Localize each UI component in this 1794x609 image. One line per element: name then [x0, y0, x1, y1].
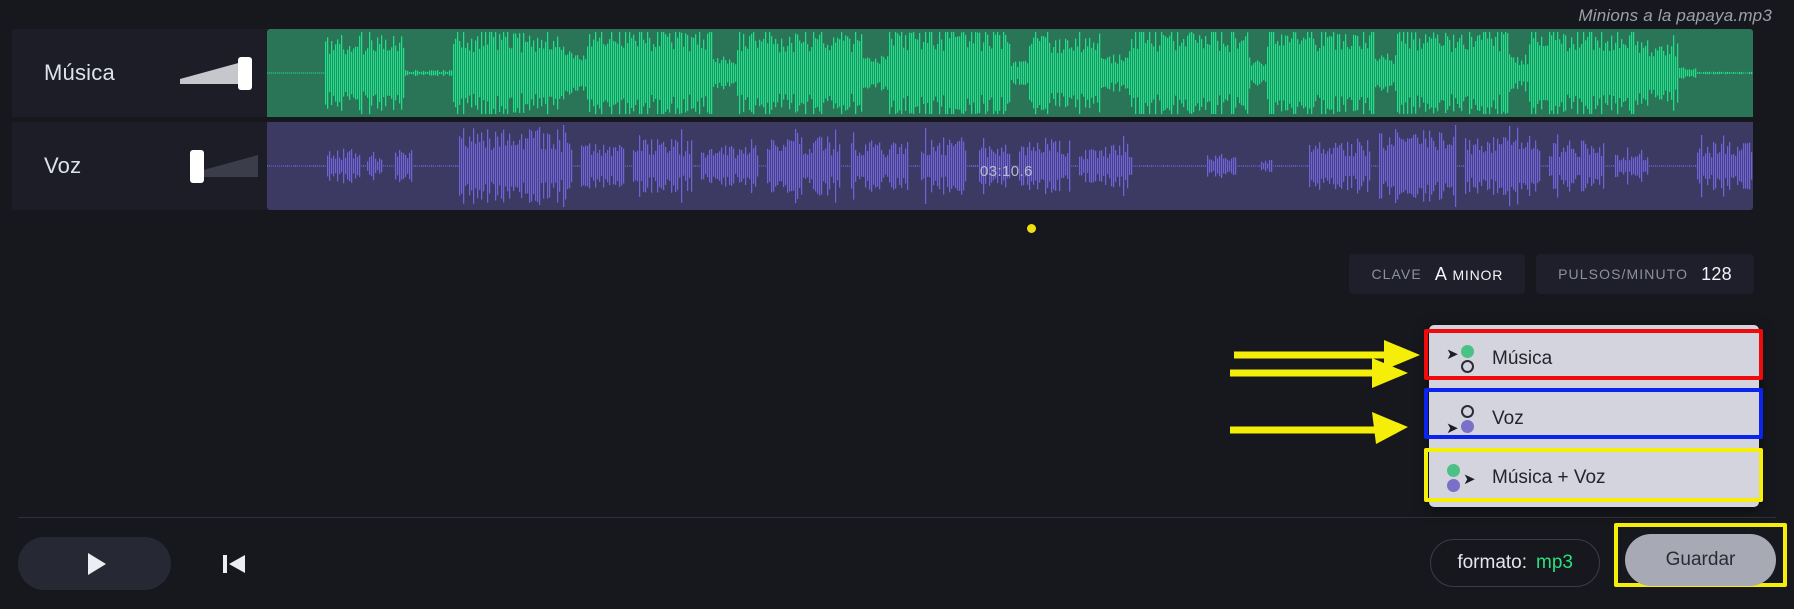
track-header-music: Música — [12, 29, 267, 117]
track-row: Voz — [0, 122, 1794, 210]
dropdown-item-voz[interactable]: ➤ Voz — [1429, 391, 1759, 446]
stem-voice-icon: ➤ — [1446, 402, 1481, 436]
bpm-badge: PULSOS/MINUTO 128 — [1536, 254, 1754, 294]
play-button[interactable] — [18, 537, 171, 590]
annotation-arrow-3 — [1230, 412, 1408, 444]
volume-handle-voice[interactable] — [190, 150, 204, 183]
volume-slider-music[interactable] — [180, 53, 258, 93]
bpm-label: PULSOS/MINUTO — [1558, 266, 1689, 282]
app-root: Minions a la papaya.mp3 Música Voz 03:10… — [0, 0, 1794, 609]
stem-music-icon: ➤ — [1446, 342, 1481, 376]
track-list: Música Voz — [0, 29, 1794, 211]
format-value: mp3 — [1536, 552, 1573, 573]
key-badge: CLAVE A MINOR — [1349, 254, 1526, 294]
track-label-voice: Voz — [44, 153, 82, 178]
format-label: formato: — [1457, 552, 1528, 573]
dropdown-item-musica[interactable]: ➤ Música — [1429, 331, 1759, 386]
stem-music-voice-icon: ➤ — [1447, 461, 1481, 495]
skip-to-start-icon — [223, 555, 245, 573]
track-header-voice: Voz — [12, 122, 267, 210]
file-title: Minions a la papaya.mp3 — [1578, 6, 1772, 25]
track-metadata: CLAVE A MINOR PULSOS/MINUTO 128 — [1349, 254, 1754, 294]
dropdown-item-label: Música + Voz — [1492, 466, 1606, 488]
stem-select-dropdown[interactable]: ➤ Música ➤ Voz ➤ Música + Voz — [1429, 325, 1759, 507]
save-button[interactable]: Guardar — [1625, 534, 1776, 586]
mouse-cursor-dot — [1027, 224, 1036, 233]
volume-slider-voice[interactable] — [180, 146, 258, 186]
footer-divider — [18, 517, 1776, 518]
playhead-time: 03:10.6 — [980, 163, 1033, 180]
track-label-music: Música — [44, 60, 115, 85]
play-icon — [87, 552, 106, 575]
format-selector[interactable]: formato: mp3 — [1430, 539, 1600, 587]
waveform-music[interactable] — [267, 29, 1753, 117]
key-value: A MINOR — [1434, 263, 1504, 284]
dropdown-item-label: Música — [1492, 347, 1553, 369]
skip-to-start-button[interactable] — [215, 547, 253, 581]
dropdown-item-label: Voz — [1492, 407, 1524, 429]
dropdown-item-musica-voz[interactable]: ➤ Música + Voz — [1429, 450, 1759, 505]
volume-handle-music[interactable] — [238, 57, 252, 90]
bpm-value: 128 — [1701, 263, 1732, 284]
track-row: Música — [0, 29, 1794, 117]
key-label: CLAVE — [1371, 266, 1422, 282]
annotation-arrow-2 — [1230, 358, 1408, 388]
